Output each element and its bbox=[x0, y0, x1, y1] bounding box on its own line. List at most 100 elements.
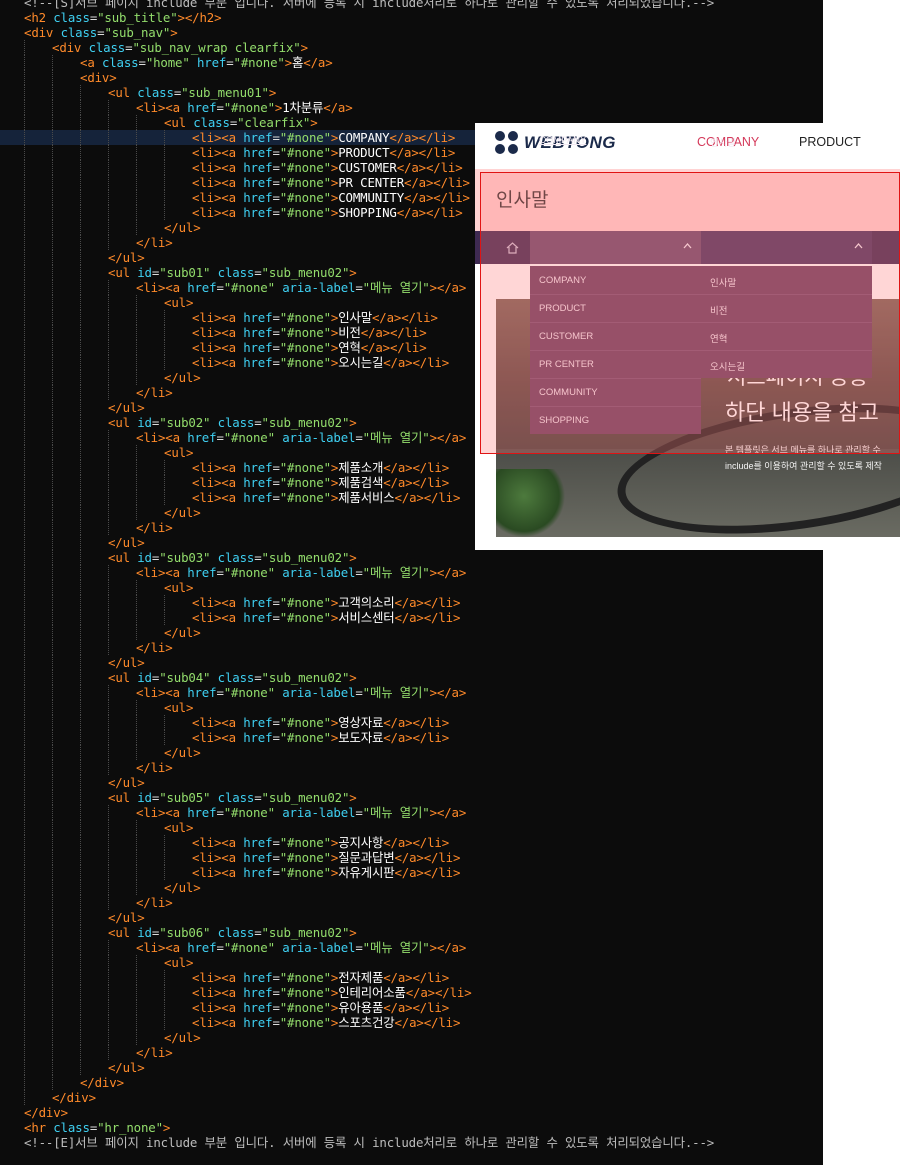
code-line[interactable]: <li><a href="#none">고객의소리</a></li> bbox=[0, 595, 823, 610]
code-token: li bbox=[199, 460, 214, 475]
code-token: COMMUNITY bbox=[338, 190, 405, 205]
indent-guide bbox=[80, 175, 81, 190]
code-line[interactable]: </ul> bbox=[0, 655, 823, 670]
code-line[interactable]: <ul id="sub03" class="sub_menu02"> bbox=[0, 550, 823, 565]
code-line[interactable]: </div> bbox=[0, 1075, 823, 1090]
code-line[interactable]: <!--[E]서브 페이지 include 부분 입니다. 서버에 등록 시 i… bbox=[0, 1135, 823, 1150]
code-line[interactable]: <li><a href="#none">영상자료</a></li> bbox=[0, 715, 823, 730]
code-line[interactable]: </div> bbox=[0, 1105, 823, 1120]
code-line[interactable]: <li><a href="#none" aria-label="메뉴 열기"><… bbox=[0, 805, 823, 820]
code-line[interactable]: <ul> bbox=[0, 700, 823, 715]
indent-guide bbox=[108, 760, 109, 775]
sub-nav-depth1-label[interactable]: COMPANY bbox=[539, 135, 586, 146]
code-line[interactable]: <ul id="sub04" class="sub_menu02"> bbox=[0, 670, 823, 685]
code-line[interactable]: <li><a href="#none">인테리어소품</a></li> bbox=[0, 985, 823, 1000]
code-line[interactable]: <ul> bbox=[0, 820, 823, 835]
code-line[interactable]: <h2 class="sub_title"></h2> bbox=[0, 10, 823, 25]
code-token: "#none" bbox=[279, 145, 331, 160]
indent-guide bbox=[24, 100, 25, 115]
code-text: <li><a href="#none" aria-label="메뉴 열기"><… bbox=[136, 280, 466, 295]
code-token: >< bbox=[213, 340, 229, 355]
code-token: </ bbox=[394, 850, 410, 865]
code-token: href bbox=[243, 310, 273, 325]
code-line[interactable]: </ul> bbox=[0, 1060, 823, 1075]
code-token: li bbox=[150, 235, 166, 250]
code-line[interactable]: <li><a href="#none">유아용품</a></li> bbox=[0, 1000, 823, 1015]
code-line[interactable]: </ul> bbox=[0, 745, 823, 760]
code-line[interactable]: <div class="sub_nav_wrap clearfix"> bbox=[0, 40, 823, 55]
indent-guide bbox=[164, 130, 165, 145]
code-token: li bbox=[143, 430, 158, 445]
code-line[interactable]: <ul> bbox=[0, 580, 823, 595]
indent-guide bbox=[52, 265, 53, 280]
code-token: </ bbox=[396, 205, 412, 220]
code-line[interactable]: </li> bbox=[0, 1045, 823, 1060]
code-line[interactable]: </ul> bbox=[0, 1030, 823, 1045]
code-token: = bbox=[272, 595, 280, 610]
code-line[interactable]: <li><a href="#none">1차분류</a> bbox=[0, 100, 823, 115]
code-line[interactable]: <li><a href="#none">자유게시판</a></li> bbox=[0, 865, 823, 880]
code-token: </ bbox=[394, 610, 410, 625]
code-line[interactable]: <div class="sub_nav"> bbox=[0, 25, 823, 40]
code-token: ></ bbox=[416, 850, 439, 865]
code-line[interactable]: <ul class="sub_menu01"> bbox=[0, 85, 823, 100]
code-text: <li><a href="#none">오시는길</a></li> bbox=[192, 355, 449, 370]
code-token: = bbox=[272, 715, 280, 730]
code-line[interactable]: <!--[S]서브 페이지 include 부분 입니다. 서버에 등록 시 i… bbox=[0, 0, 823, 10]
code-line[interactable]: <li><a href="#none">공지사항</a></li> bbox=[0, 835, 823, 850]
indent-guide bbox=[24, 865, 25, 880]
indent-guide bbox=[24, 1015, 25, 1030]
indent-guide bbox=[108, 745, 109, 760]
code-line[interactable]: <ul id="sub06" class="sub_menu02"> bbox=[0, 925, 823, 940]
code-token: class bbox=[217, 790, 255, 805]
indent-guide bbox=[80, 445, 81, 460]
code-line[interactable]: <li><a href="#none">서비스센터</a></li> bbox=[0, 610, 823, 625]
code-line[interactable]: <li><a href="#none" aria-label="메뉴 열기"><… bbox=[0, 685, 823, 700]
code-line[interactable]: <li><a href="#none">보도자료</a></li> bbox=[0, 730, 823, 745]
code-token: "#none" bbox=[279, 1000, 331, 1015]
code-line[interactable]: <hr class="hr_none"> bbox=[0, 1120, 823, 1135]
code-line[interactable]: <li><a href="#none" aria-label="메뉴 열기"><… bbox=[0, 565, 823, 580]
code-line[interactable]: </ul> bbox=[0, 625, 823, 640]
gnb-product-link[interactable]: PRODUCT bbox=[799, 135, 861, 149]
indent-guide bbox=[52, 820, 53, 835]
indent-guide bbox=[164, 160, 165, 175]
code-line[interactable]: </li> bbox=[0, 640, 823, 655]
code-line[interactable]: </ul> bbox=[0, 910, 823, 925]
indent-guide bbox=[80, 265, 81, 280]
code-token: = bbox=[355, 280, 363, 295]
indent-guide bbox=[136, 1015, 137, 1030]
code-line[interactable]: <li><a href="#none">질문과답변</a></li> bbox=[0, 850, 823, 865]
code-line[interactable]: <div> bbox=[0, 70, 823, 85]
code-text: <li><a href="#none">서비스센터</a></li> bbox=[192, 610, 460, 625]
code-token: > bbox=[165, 1045, 173, 1060]
code-token: >< bbox=[213, 190, 229, 205]
code-line[interactable]: </ul> bbox=[0, 880, 823, 895]
code-token: > bbox=[441, 355, 450, 370]
code-token: 자유게시판 bbox=[338, 865, 395, 880]
code-line[interactable]: </li> bbox=[0, 895, 823, 910]
code-token: href bbox=[187, 280, 217, 295]
code-line[interactable]: </ul> bbox=[0, 775, 823, 790]
code-token: a bbox=[228, 175, 244, 190]
indent-guide bbox=[24, 925, 25, 940]
code-line[interactable]: <li><a href="#none">스포츠건강</a></li> bbox=[0, 1015, 823, 1030]
code-line[interactable]: <a class="home" href="#none">홈</a> bbox=[0, 55, 823, 70]
code-line[interactable]: <li><a href="#none">전자제품</a></li> bbox=[0, 970, 823, 985]
indent-guide bbox=[108, 160, 109, 175]
code-token: ul bbox=[115, 670, 138, 685]
code-line[interactable]: <li><a href="#none" aria-label="메뉴 열기"><… bbox=[0, 940, 823, 955]
code-token: "#none" bbox=[223, 685, 283, 700]
indent-guide bbox=[24, 745, 25, 760]
code-line[interactable]: <ul> bbox=[0, 955, 823, 970]
sub-nav-depth2-label[interactable]: 인사말 bbox=[710, 135, 736, 149]
code-token: li bbox=[143, 805, 158, 820]
code-token: 유아용품 bbox=[338, 1000, 384, 1015]
code-token: </ bbox=[136, 640, 151, 655]
code-line[interactable]: </li> bbox=[0, 760, 823, 775]
code-token: = bbox=[216, 280, 224, 295]
code-line[interactable]: <ul id="sub05" class="sub_menu02"> bbox=[0, 790, 823, 805]
code-token: ></ bbox=[405, 715, 428, 730]
code-line[interactable]: </div> bbox=[0, 1090, 823, 1105]
indent-guide bbox=[24, 265, 25, 280]
